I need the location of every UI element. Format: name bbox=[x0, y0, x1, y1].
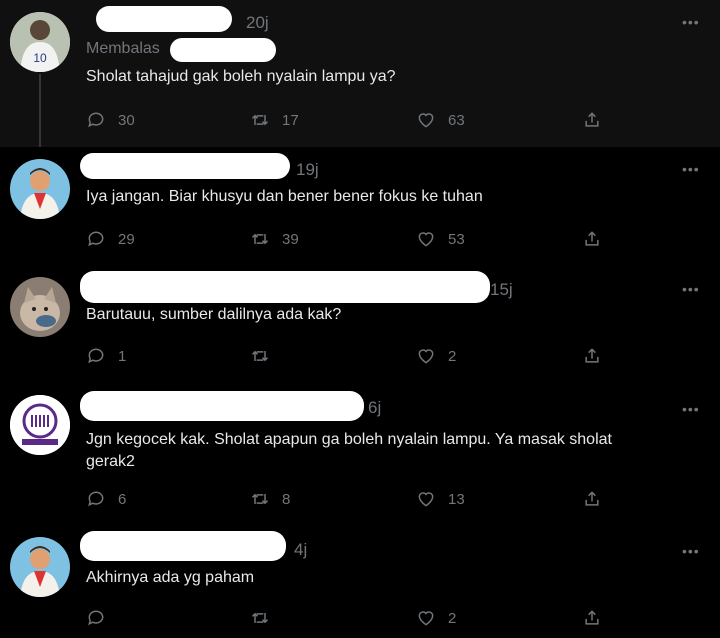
retweet-icon bbox=[251, 114, 269, 126]
share-button[interactable] bbox=[582, 487, 602, 511]
more-options-icon[interactable]: ••• bbox=[682, 161, 700, 177]
reply-button[interactable] bbox=[86, 606, 118, 630]
redacted-name bbox=[80, 391, 364, 421]
more-options-icon[interactable]: ••• bbox=[682, 543, 700, 559]
heart-icon bbox=[418, 349, 434, 364]
tweet-text: Barutauu, sumber dalilnya ada kak? bbox=[86, 306, 342, 323]
retweet-button[interactable] bbox=[250, 344, 282, 368]
retweet-icon bbox=[251, 233, 269, 245]
reply-button[interactable]: 30 bbox=[86, 108, 135, 132]
share-icon bbox=[585, 491, 599, 506]
tweet-actions: 1 2 bbox=[86, 344, 626, 368]
like-button[interactable]: 63 bbox=[416, 108, 465, 132]
cat-avatar-icon[interactable] bbox=[10, 277, 70, 337]
retweet-icon bbox=[251, 350, 269, 362]
tweet-actions: 6 8 13 bbox=[86, 487, 626, 511]
tweet-3[interactable]: 6j ••• Jgn kegocek kak. Sholat apapun ga… bbox=[0, 383, 720, 523]
reply-icon bbox=[88, 231, 104, 247]
cartoon-man-avatar-icon[interactable] bbox=[10, 159, 70, 219]
purple-logo-avatar-icon[interactable] bbox=[10, 395, 70, 455]
tweet-time[interactable]: 6j bbox=[368, 398, 381, 418]
redacted-name bbox=[96, 6, 232, 32]
redacted-name bbox=[80, 531, 286, 561]
reply-button[interactable]: 1 bbox=[86, 344, 126, 368]
tweet-time[interactable]: 4j bbox=[294, 540, 307, 560]
tweet-text: Jgn kegocek kak. Sholat apapun ga boleh … bbox=[86, 431, 612, 470]
share-icon bbox=[585, 112, 599, 127]
tweet-1[interactable]: 19j ••• Iya jangan. Biar khusyu dan bene… bbox=[0, 147, 720, 265]
like-count: 63 bbox=[448, 111, 465, 129]
heart-icon bbox=[418, 232, 434, 247]
jersey-player-avatar-icon[interactable]: 10 bbox=[10, 12, 70, 72]
more-options-icon[interactable]: ••• bbox=[682, 281, 700, 297]
like-button[interactable]: 13 bbox=[416, 487, 465, 511]
share-button[interactable] bbox=[582, 108, 602, 132]
reply-to-label: Membalas bbox=[86, 40, 160, 57]
retweet-icon bbox=[251, 612, 269, 624]
svg-text:10: 10 bbox=[33, 51, 47, 65]
like-count: 2 bbox=[448, 347, 457, 365]
tweet-actions: 30 17 63 bbox=[86, 108, 626, 132]
share-icon bbox=[585, 610, 599, 625]
share-button[interactable] bbox=[582, 344, 602, 368]
reply-icon bbox=[88, 348, 104, 364]
tweet-0[interactable]: 10 20j Membalas ••• Sholat tahajud gak b… bbox=[0, 0, 720, 147]
reply-icon bbox=[88, 112, 104, 128]
reply-icon bbox=[88, 491, 104, 507]
thread-line bbox=[39, 74, 41, 147]
like-count: 2 bbox=[448, 609, 457, 627]
tweet-time[interactable]: 20j bbox=[246, 13, 269, 33]
tweet-text: Akhirnya ada yg paham bbox=[86, 569, 255, 586]
tweet-2[interactable]: 15j ••• Barutauu, sumber dalilnya ada ka… bbox=[0, 265, 720, 383]
more-options-icon[interactable]: ••• bbox=[682, 401, 700, 417]
tweet-time[interactable]: 19j bbox=[296, 160, 319, 180]
share-button[interactable] bbox=[582, 606, 602, 630]
retweet-button[interactable] bbox=[250, 606, 282, 630]
reply-count: 30 bbox=[118, 111, 135, 129]
retweet-button[interactable]: 8 bbox=[250, 487, 290, 511]
redacted-reply-handle bbox=[170, 38, 276, 62]
tweet-actions: 2 bbox=[86, 606, 626, 630]
like-button[interactable]: 53 bbox=[416, 227, 465, 251]
retweet-icon bbox=[251, 493, 269, 505]
share-button[interactable] bbox=[582, 227, 602, 251]
retweet-button[interactable]: 17 bbox=[250, 108, 299, 132]
retweet-count: 8 bbox=[282, 490, 291, 508]
tweet-text: Iya jangan. Biar khusyu dan bener bener … bbox=[86, 188, 483, 205]
reply-button[interactable]: 29 bbox=[86, 227, 135, 251]
share-icon bbox=[585, 231, 599, 246]
retweet-count: 17 bbox=[282, 111, 299, 129]
like-button[interactable]: 2 bbox=[416, 606, 456, 630]
heart-icon bbox=[418, 492, 434, 507]
reply-count: 6 bbox=[118, 490, 127, 508]
heart-icon bbox=[418, 113, 434, 128]
share-icon bbox=[585, 348, 599, 363]
reply-icon bbox=[88, 610, 104, 626]
redacted-name bbox=[80, 153, 290, 179]
reply-count: 1 bbox=[118, 347, 127, 365]
cartoon-man-avatar-icon[interactable] bbox=[10, 537, 70, 597]
like-count: 13 bbox=[448, 490, 465, 508]
more-options-icon[interactable]: ••• bbox=[682, 14, 700, 30]
reply-button[interactable]: 6 bbox=[86, 487, 126, 511]
retweet-button[interactable]: 39 bbox=[250, 227, 299, 251]
retweet-count: 39 bbox=[282, 230, 299, 248]
like-button[interactable]: 2 bbox=[416, 344, 456, 368]
like-count: 53 bbox=[448, 230, 465, 248]
tweet-4[interactable]: 4j ••• Akhirnya ada yg paham 2 bbox=[0, 523, 720, 638]
reply-count: 29 bbox=[118, 230, 135, 248]
tweet-actions: 29 39 53 bbox=[86, 227, 626, 251]
tweet-text: Sholat tahajud gak boleh nyalain lampu y… bbox=[86, 68, 396, 85]
heart-icon bbox=[418, 611, 434, 626]
tweet-time[interactable]: 15j bbox=[490, 280, 513, 300]
redacted-name bbox=[80, 271, 490, 303]
